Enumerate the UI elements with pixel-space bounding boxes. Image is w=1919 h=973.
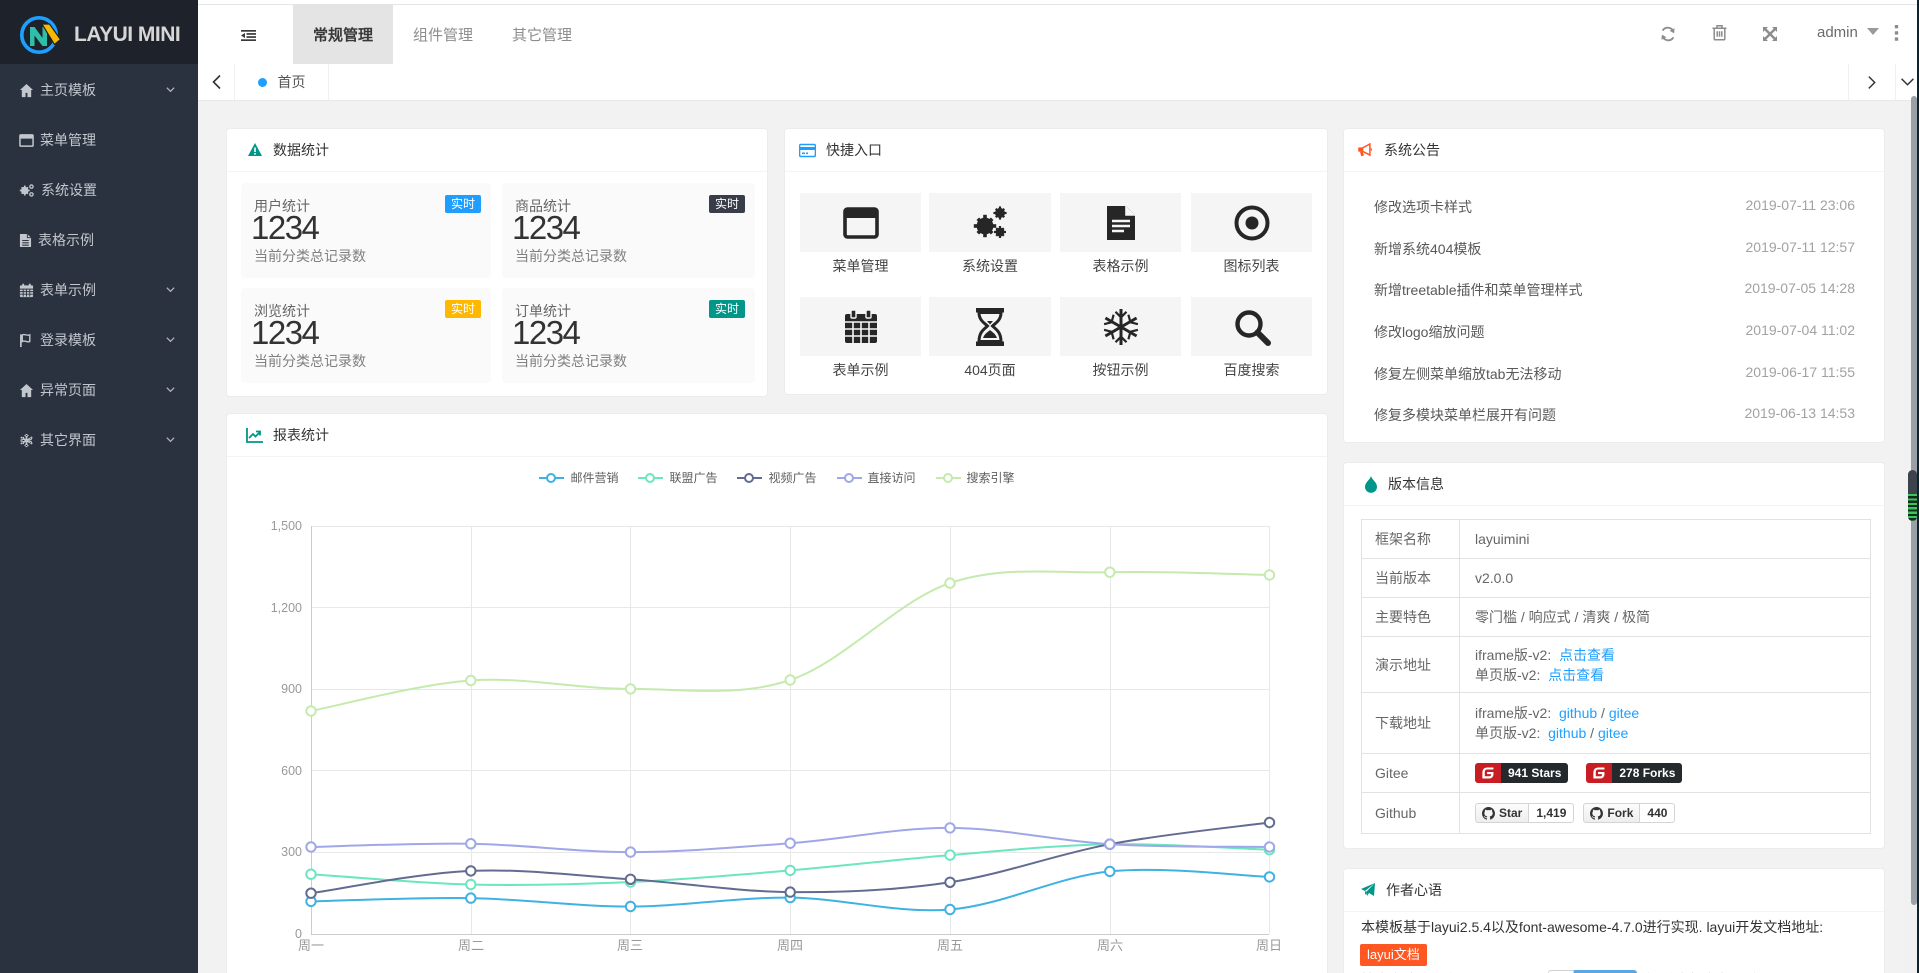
svg-text:600: 600 [281,764,302,778]
svg-text:900: 900 [281,682,302,696]
svg-text:周三: 周三 [617,938,643,953]
svg-text:周日: 周日 [1256,938,1282,953]
svg-text:1,500: 1,500 [271,519,302,533]
svg-text:300: 300 [281,845,302,859]
svg-text:1,200: 1,200 [271,601,302,615]
svg-text:周四: 周四 [777,938,803,953]
svg-text:周一: 周一 [298,938,324,953]
svg-text:周二: 周二 [458,938,484,953]
svg-text:周五: 周五 [937,938,963,953]
svg-text:周六: 周六 [1097,938,1123,953]
